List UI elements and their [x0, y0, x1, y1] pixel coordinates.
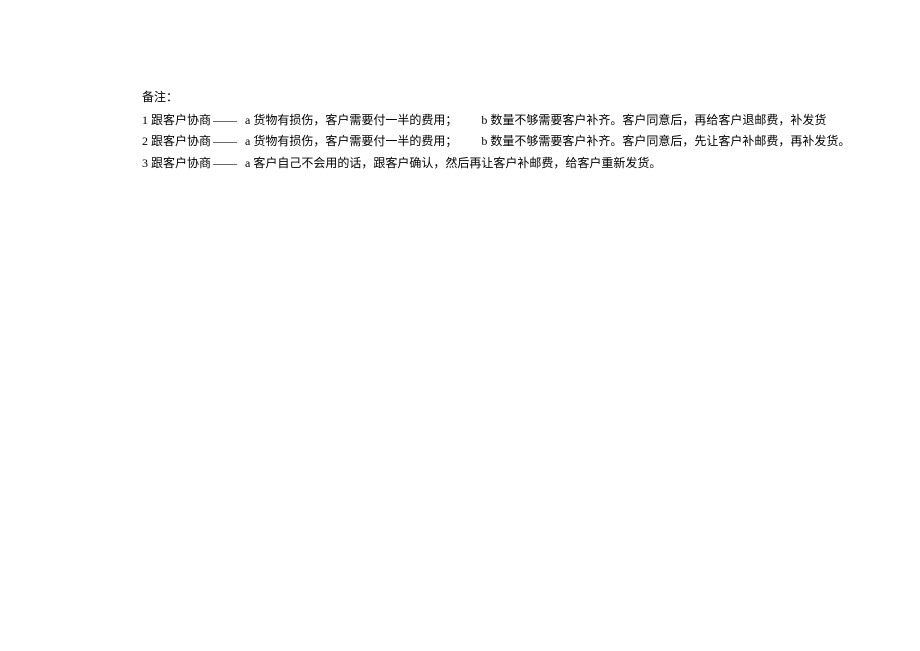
note-line-2: 2 跟客户协商 —— a 货物有损伤，客户需要付一半的费用； b 数量不够需要客… [142, 132, 880, 151]
line-gap [457, 111, 481, 130]
line-part-a: a 货物有损伤，客户需要付一半的费用； [245, 132, 457, 151]
notes-header: 备注： [142, 88, 880, 107]
line-dash: —— [213, 154, 237, 173]
line-dash: —— [213, 132, 237, 151]
document-content: 备注： 1 跟客户协商 —— a 货物有损伤，客户需要付一半的费用； b 数量不… [142, 88, 880, 175]
line-prefix: 1 跟客户协商 [142, 111, 211, 130]
line-part-b: b 数量不够需要客户补齐。客户同意后，先让客户补邮费，再补发货。 [481, 132, 850, 151]
line-part-a: a 货物有损伤，客户需要付一半的费用； [245, 111, 457, 130]
note-line-1: 1 跟客户协商 —— a 货物有损伤，客户需要付一半的费用； b 数量不够需要客… [142, 111, 880, 130]
note-line-3: 3 跟客户协商 —— a 客户自己不会用的话，跟客户确认，然后再让客户补邮费，给… [142, 154, 880, 173]
line-prefix: 2 跟客户协商 [142, 132, 211, 151]
line-gap [457, 132, 481, 151]
line-dash: —— [213, 111, 237, 130]
line-prefix: 3 跟客户协商 [142, 154, 211, 173]
line-part-b: b 数量不够需要客户补齐。客户同意后，再给客户退邮费，补发货 [481, 111, 826, 130]
line-part-a: a 客户自己不会用的话，跟客户确认，然后再让客户补邮费，给客户重新发货。 [245, 154, 661, 173]
